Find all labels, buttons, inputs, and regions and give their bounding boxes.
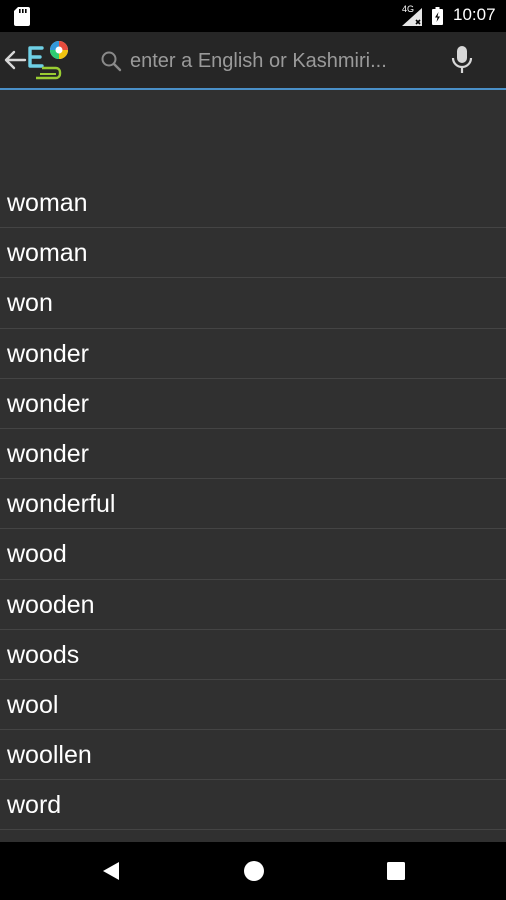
search-icon xyxy=(101,51,122,72)
nav-home-icon[interactable] xyxy=(243,860,265,882)
list-item-label: wonderful xyxy=(7,490,116,519)
list-item[interactable]: wool xyxy=(0,680,506,731)
list-item-label: woman xyxy=(7,189,88,217)
list-item-label: woman xyxy=(7,239,88,268)
nav-recents-icon[interactable] xyxy=(386,861,406,881)
list-item[interactable]: woods xyxy=(0,630,506,680)
status-bar: 4G 10:07 xyxy=(0,0,506,32)
back-arrow-icon[interactable] xyxy=(2,47,28,73)
list-item[interactable]: wonder xyxy=(0,429,506,480)
list-item-label: word xyxy=(7,791,62,820)
results-panel: woman woman won wonder wonder wonder won… xyxy=(0,90,506,842)
list-item-label: wool xyxy=(7,690,59,719)
list-item[interactable]: wonder xyxy=(0,329,506,379)
app-logo-icon xyxy=(28,41,68,80)
list-item-label: wonder xyxy=(7,339,89,368)
battery-icon xyxy=(432,7,443,25)
list-item-label: wood xyxy=(7,540,67,569)
list-item-label: won xyxy=(7,289,53,318)
list-item[interactable]: word xyxy=(0,780,506,831)
navigation-bar xyxy=(0,842,506,900)
list-item[interactable]: wood xyxy=(0,529,506,580)
list-item[interactable]: wonderful xyxy=(0,479,506,530)
list-item[interactable]: wonder xyxy=(0,379,506,429)
list-item-label: woollen xyxy=(7,741,92,770)
search-toolbar xyxy=(0,32,506,90)
list-item[interactable]: woman xyxy=(0,228,506,279)
list-item-label: woods xyxy=(7,640,80,669)
signal-icon xyxy=(402,8,422,26)
list-item-label: wonder xyxy=(7,439,89,468)
list-item-label: wonder xyxy=(7,389,89,418)
sd-card-icon xyxy=(14,7,30,26)
nav-back-icon[interactable] xyxy=(100,860,122,882)
word-list: woman woman won wonder wonder wonder won… xyxy=(0,178,506,831)
microphone-icon[interactable] xyxy=(450,45,474,75)
list-item-label: wooden xyxy=(7,590,95,619)
list-item[interactable]: woollen xyxy=(0,730,506,781)
list-item[interactable]: wooden xyxy=(0,580,506,630)
list-item[interactable]: won xyxy=(0,278,506,329)
status-time: 10:07 xyxy=(453,5,496,24)
list-item[interactable]: woman xyxy=(0,178,506,229)
search-input[interactable] xyxy=(130,46,430,76)
